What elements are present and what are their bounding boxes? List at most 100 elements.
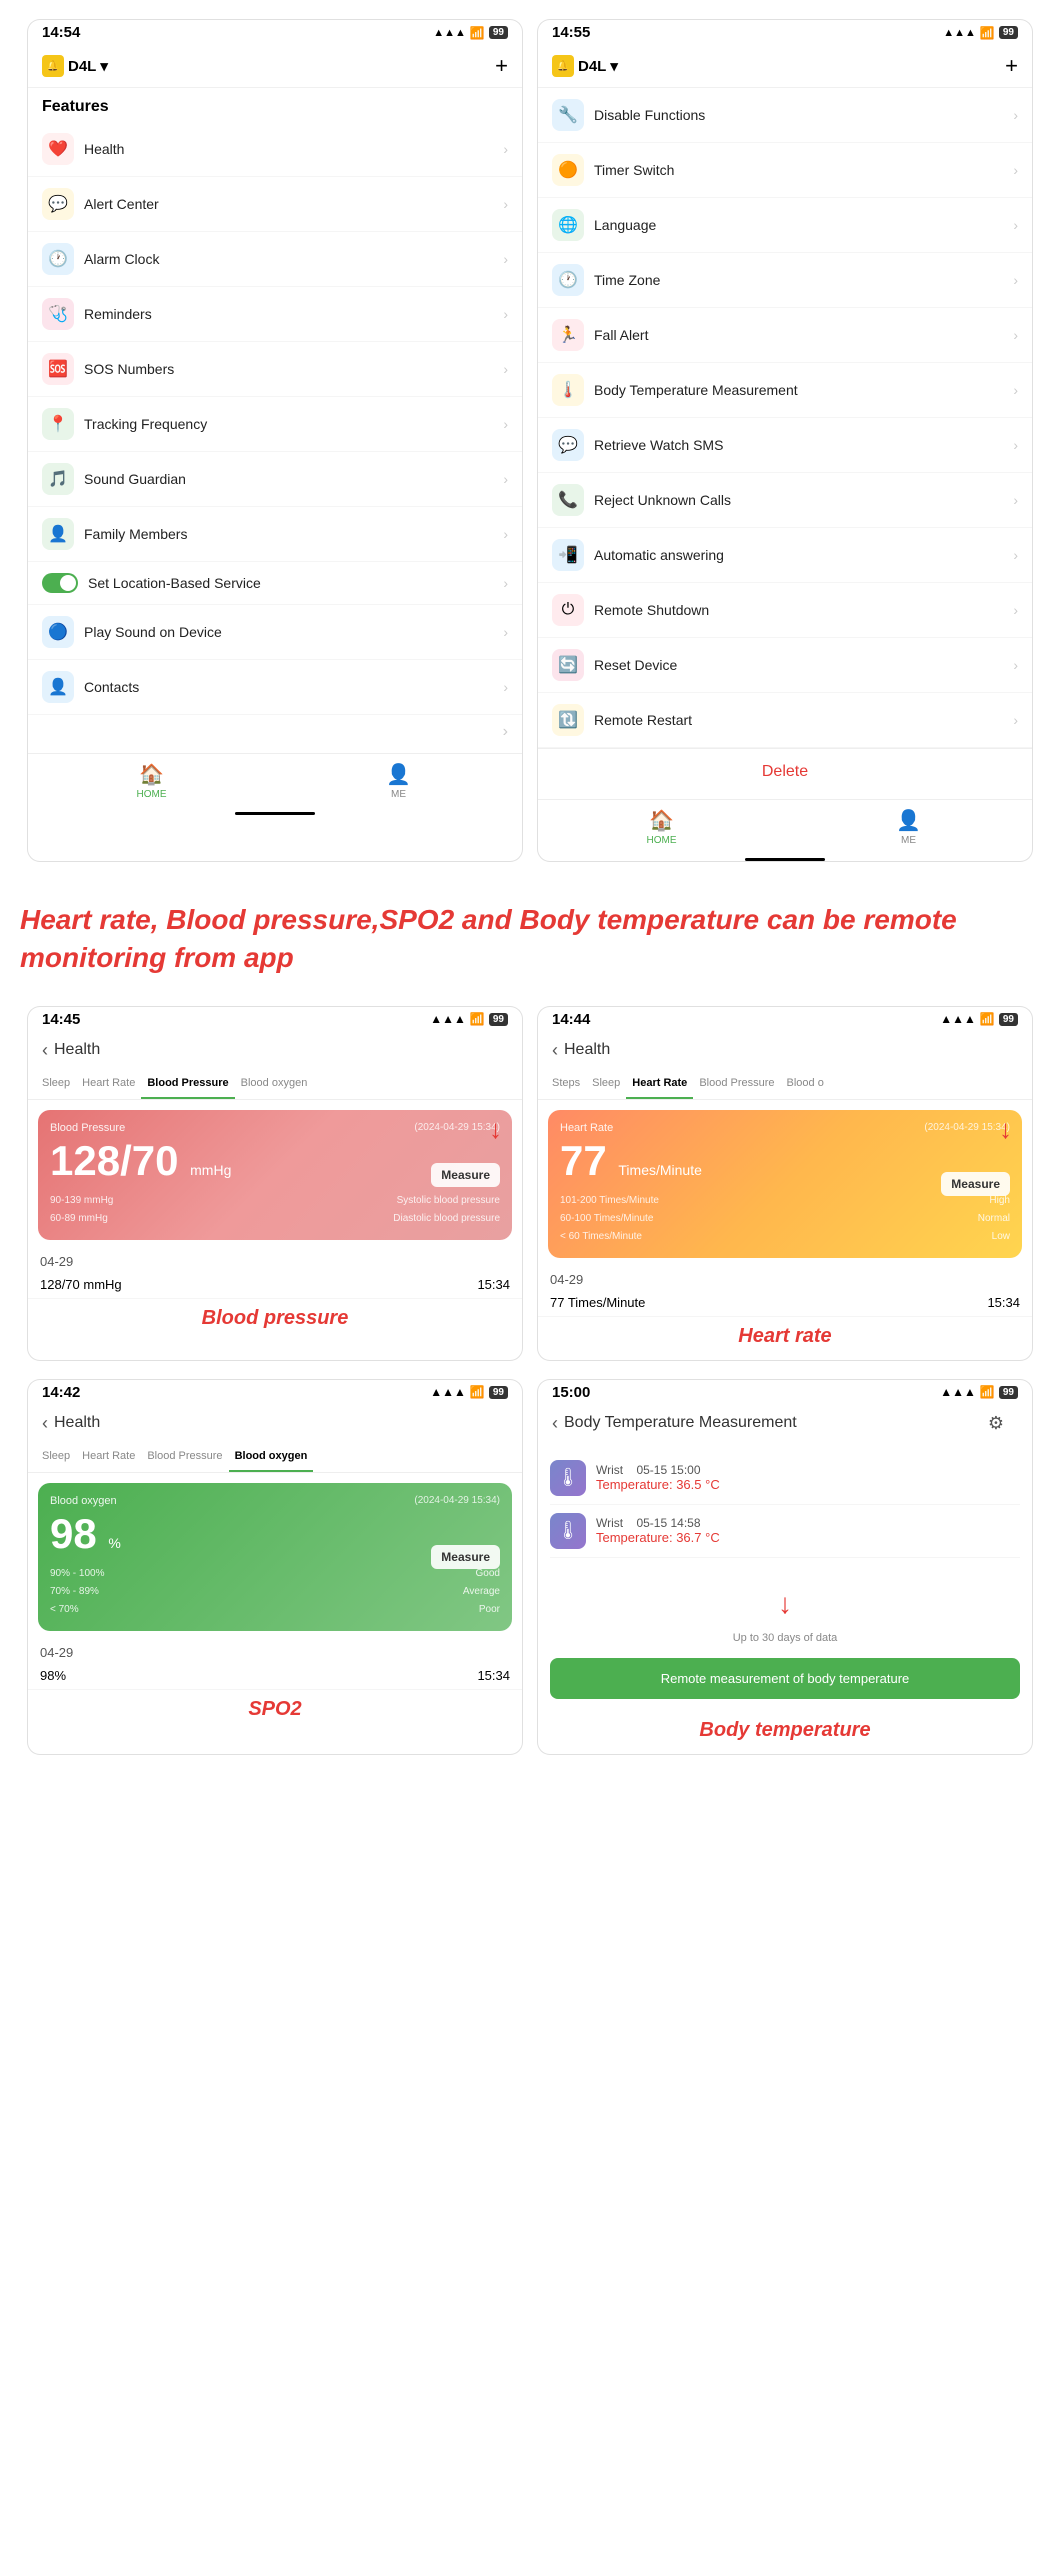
menu-item-reset-device[interactable]: 🔄 Reset Device › (538, 638, 1032, 693)
menu-item-location[interactable]: Set Location-Based Service › (28, 562, 522, 605)
back-arrow-body-temp: ‹ (552, 1413, 558, 1434)
menu-item-timer[interactable]: 🟠 Timer Switch › (538, 143, 1032, 198)
phone-left: 14:54 ▲▲▲ 📶 99 🔔 D4L ▾ + Features ❤️ Hea… (28, 20, 522, 861)
icons-body-temp: ▲▲▲ 📶 99 (940, 1385, 1018, 1399)
health-title-hr: ‹ Health (538, 1032, 1032, 1069)
delete-button[interactable]: Delete (762, 763, 808, 781)
settings-menu: 🔧 Disable Functions › 🟠 Timer Switch › 🌐… (538, 88, 1032, 748)
menu-item-disable[interactable]: 🔧 Disable Functions › (538, 88, 1032, 143)
reset-device-icon: 🔄 (552, 649, 584, 681)
chevron-fall-alert: › (1013, 327, 1018, 343)
label3-spo2: Poor (479, 1601, 500, 1619)
signal-icon-right: ▲▲▲ (943, 27, 976, 39)
card-title-row-bp: Blood Pressure (2024-04-29 15:34) (50, 1122, 500, 1134)
tracking-icon: 📍 (42, 408, 74, 440)
nav-me-label-left: ME (391, 789, 406, 800)
plus-btn-left[interactable]: + (495, 53, 508, 79)
tab-o2-active[interactable]: Blood oxygen (229, 1442, 314, 1472)
menu-item-body-temp[interactable]: 🌡️ Body Temperature Measurement › (538, 363, 1032, 418)
record-time-spo2: 15:34 (477, 1668, 510, 1683)
range1-bp: 90-139 mmHg (50, 1192, 113, 1210)
menu-item-remote-shutdown[interactable]: ⏻ Remote Shutdown › (538, 583, 1032, 638)
nav-me-right[interactable]: 👤 ME (785, 800, 1032, 850)
me-icon-left: 👤 (386, 762, 411, 787)
gear-icon-body-temp[interactable]: ⚙ (988, 1413, 1018, 1434)
tab-sleep-bp[interactable]: Sleep (36, 1069, 76, 1099)
arrow-hr: ↓ (999, 1114, 1012, 1145)
menu-item-auto-answering[interactable]: 📲 Automatic answering › (538, 528, 1032, 583)
bottom-nav-right: 🏠 HOME 👤 ME (538, 799, 1032, 850)
body-temp-header: ‹ Body Temperature Measurement ⚙ (538, 1405, 1032, 1442)
menu-item-timezone[interactable]: 🕐 Time Zone › (538, 253, 1032, 308)
disable-label: Disable Functions (594, 107, 1013, 123)
menu-item-health[interactable]: ❤️ Health › (28, 122, 522, 177)
up-to-label: Up to 30 days of data (538, 1624, 1032, 1652)
nav-home-right[interactable]: 🏠 HOME (538, 800, 785, 850)
family-label: Family Members (84, 526, 503, 542)
menu-item-alarm[interactable]: 🕐 Alarm Clock › (28, 232, 522, 287)
remote-measure-btn[interactable]: Remote measurement of body temperature (550, 1658, 1020, 1699)
features-title: Features (28, 88, 522, 122)
tab-sleep-spo2[interactable]: Sleep (36, 1442, 76, 1472)
tracking-label: Tracking Frequency (84, 416, 503, 432)
plus-btn-right[interactable]: + (1005, 53, 1018, 79)
tab-hr-active[interactable]: Heart Rate (626, 1069, 693, 1099)
tab-bp-active[interactable]: Blood Pressure (141, 1069, 234, 1099)
nav-home-left[interactable]: 🏠 HOME (28, 754, 275, 804)
battery-left: 99 (489, 26, 508, 39)
tab-hr-spo2[interactable]: Heart Rate (76, 1442, 141, 1472)
tab-bp-hr[interactable]: Blood Pressure (693, 1069, 780, 1099)
tab-o2-bp[interactable]: Blood oxygen (235, 1069, 314, 1099)
tab-o2-hr[interactable]: Blood o (781, 1069, 830, 1099)
tab-steps-hr[interactable]: Steps (546, 1069, 586, 1099)
body-temp-icon: 🌡️ (552, 374, 584, 406)
range3-spo2: < 70% (50, 1601, 79, 1619)
phones-section: 14:54 ▲▲▲ 📶 99 🔔 D4L ▾ + Features ❤️ Hea… (0, 0, 1060, 871)
chevron-reminders: › (503, 306, 508, 322)
health-row-1: 14:45 ▲▲▲ 📶 99 ‹ Health Sleep Heart Rate… (0, 997, 1060, 1370)
label1-bp: Systolic blood pressure (397, 1192, 500, 1210)
menu-item-contacts[interactable]: 👤 Contacts › (28, 660, 522, 715)
menu-item-sound-guardian[interactable]: 🎵 Sound Guardian › (28, 452, 522, 507)
location-label: Set Location-Based Service (88, 575, 503, 591)
phone-header-right: 🔔 D4L ▾ + (538, 45, 1032, 88)
menu-item-reminders[interactable]: 🩺 Reminders › (28, 287, 522, 342)
reminders-label: Reminders (84, 306, 503, 322)
temp-info-2: Wrist 05-15 14:58 Temperature: 36.7 °C (596, 1516, 1020, 1545)
nav-me-left[interactable]: 👤 ME (275, 754, 522, 804)
menu-item-sms[interactable]: 💬 Retrieve Watch SMS › (538, 418, 1032, 473)
sos-label: SOS Numbers (84, 361, 503, 377)
chevron-location: › (503, 575, 508, 591)
tab-hr-bp[interactable]: Heart Rate (76, 1069, 141, 1099)
menu-item-fall-alert[interactable]: 🏃 Fall Alert › (538, 308, 1032, 363)
menu-item-reject-calls[interactable]: 📞 Reject Unknown Calls › (538, 473, 1032, 528)
menu-item-tracking[interactable]: 📍 Tracking Frequency › (28, 397, 522, 452)
spo2-section-label: SPO2 (28, 1690, 522, 1733)
health-screen-spo2: 14:42 ▲▲▲ 📶 99 ‹ Health Sleep Heart Rate… (28, 1380, 522, 1754)
brand-name-left: D4L (68, 58, 96, 75)
chevron-reset-device: › (1013, 657, 1018, 673)
menu-item-sos[interactable]: 🆘 SOS Numbers › (28, 342, 522, 397)
bp-card: Blood Pressure (2024-04-29 15:34) 128/70… (38, 1110, 512, 1240)
tab-sleep-hr[interactable]: Sleep (586, 1069, 626, 1099)
tab-bp-spo2[interactable]: Blood Pressure (141, 1442, 228, 1472)
health-title-bp: ‹ Health (28, 1032, 522, 1069)
card-label-spo2: Blood oxygen (50, 1495, 117, 1507)
brand-chevron-left: ▾ (100, 57, 108, 75)
remote-shutdown-icon: ⏻ (552, 594, 584, 626)
time-left: 14:54 (42, 24, 80, 41)
range2-hr: 60-100 Times/Minute (560, 1210, 653, 1228)
signal-spo2: ▲▲▲ (430, 1385, 466, 1399)
battery-bp: 99 (489, 1013, 508, 1026)
menu-item-alert[interactable]: 💬 Alert Center › (28, 177, 522, 232)
menu-item-play-sound[interactable]: 🔵 Play Sound on Device › (28, 605, 522, 660)
card-title-row-hr: Heart Rate (2024-04-29 15:34) (560, 1122, 1010, 1134)
card-date-hr: (2024-04-29 15:34) (924, 1122, 1010, 1133)
menu-item-family[interactable]: 👤 Family Members › (28, 507, 522, 562)
menu-item-language[interactable]: 🌐 Language › (538, 198, 1032, 253)
chevron-sos: › (503, 361, 508, 377)
location-toggle[interactable] (42, 573, 78, 593)
date-label-spo2: 04-29 (28, 1637, 522, 1662)
menu-item-remote-restart[interactable]: 🔃 Remote Restart › (538, 693, 1032, 748)
measure-btn-bp[interactable]: Measure (431, 1163, 500, 1187)
